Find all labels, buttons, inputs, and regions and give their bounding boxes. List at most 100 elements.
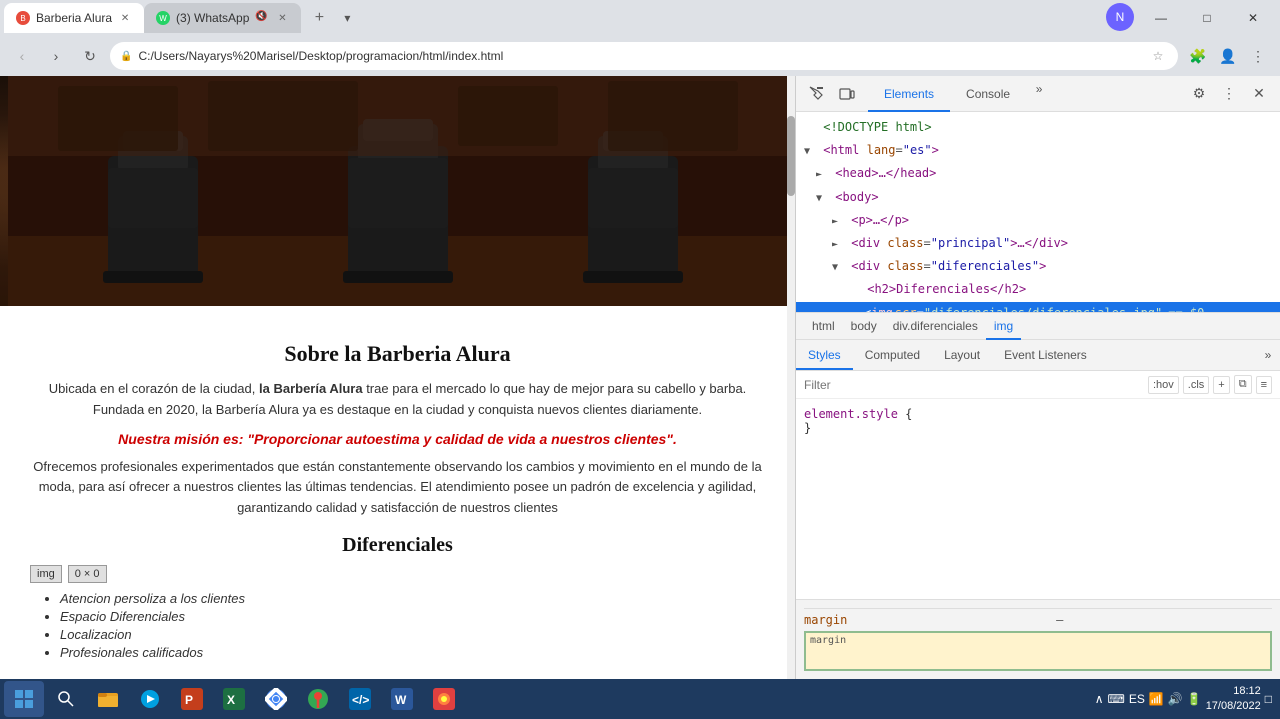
triangle-head[interactable] (816, 167, 828, 183)
margin-box: margin (804, 631, 1272, 671)
intro-paragraph: Ubicada en el corazón de la ciudad, la B… (30, 379, 765, 421)
breadcrumb-body[interactable]: body (843, 312, 885, 340)
taskbar-word[interactable]: W (382, 681, 422, 717)
triangle-html[interactable] (804, 144, 816, 160)
cls-filter-button[interactable]: .cls (1183, 376, 1210, 394)
taskbar-excel[interactable]: X (214, 681, 254, 717)
breadcrumb-html[interactable]: html (804, 312, 843, 340)
breadcrumb-img[interactable]: img (986, 312, 1021, 340)
tab-close-whatsapp[interactable]: ✕ (275, 11, 289, 25)
css-rule-element-style: element.style { } (804, 407, 1272, 435)
styles-tab-event-listeners[interactable]: Event Listeners (992, 340, 1099, 370)
img-badge: img (30, 565, 62, 583)
bullet-list: Atencion persoliza a los clientes Espaci… (60, 591, 765, 660)
taskbar-chrome[interactable] (256, 681, 296, 717)
taskbar-date-display: 17/08/2022 (1206, 699, 1261, 714)
intro-text: Ubicada en el corazón de la ciudad, (49, 381, 259, 396)
tab-mute-whatsapp[interactable]: 🔇 (255, 11, 269, 25)
body-tag: <body> (835, 190, 878, 204)
css-close-brace-line: } (804, 421, 1272, 435)
breadcrumb-div-diferenciales[interactable]: div.diferenciales (885, 312, 986, 340)
class-attr-diferenciales: class (887, 259, 923, 273)
triangle-p[interactable] (832, 214, 844, 230)
device-toolbar-button[interactable] (834, 81, 860, 107)
bookmark-icon[interactable]: ☆ (1148, 46, 1168, 66)
tab-whatsapp[interactable]: W (3) WhatsApp 🔇 ✕ (144, 3, 301, 33)
img-tag-open: < (864, 304, 871, 313)
diferenciales-heading: Diferenciales (30, 534, 765, 557)
svg-text:X: X (227, 693, 235, 707)
add-style-button[interactable]: + (1213, 376, 1229, 394)
devtools-settings-button[interactable]: ⚙ (1186, 81, 1212, 107)
notification-icon[interactable]: □ (1265, 692, 1272, 706)
styles-tab-computed[interactable]: Computed (853, 340, 932, 370)
css-open-brace: { (905, 407, 912, 421)
triangle-div-diferenciales[interactable] (832, 260, 844, 276)
margin-section: margin – margin (796, 599, 1280, 679)
html-line-head: <head>…</head> (796, 162, 1280, 185)
more-options-button[interactable]: ⋮ (1244, 42, 1272, 70)
class-value-principal: "principal" (931, 236, 1010, 250)
styles-tab-styles[interactable]: Styles (796, 340, 853, 370)
css-selector-text: element.style (804, 407, 898, 421)
tab-favicon-barberia: B (16, 11, 30, 25)
start-button[interactable] (4, 681, 44, 717)
styles-panel-tabs: Styles Computed Layout Event Listeners » (796, 340, 1280, 371)
wifi-icon: 📶 (1149, 692, 1164, 706)
tab-barberia[interactable]: B Barberia Alura ✕ (4, 3, 144, 33)
toggle-styles-button[interactable]: ≡ (1256, 376, 1272, 394)
hov-filter-button[interactable]: :hov (1148, 376, 1179, 394)
styles-tab-layout[interactable]: Layout (932, 340, 992, 370)
taskbar-maps[interactable] (298, 681, 338, 717)
battery-icon: 🔋 (1187, 692, 1202, 706)
devtools-close-button[interactable]: ✕ (1246, 81, 1272, 107)
class-value-diferenciales: "diferenciales" (931, 259, 1039, 273)
lock-icon: 🔒 (120, 51, 132, 62)
profile-button[interactable]: N (1106, 3, 1134, 31)
tab-console[interactable]: Console (950, 76, 1026, 112)
taskbar-chevron-icon[interactable]: ∧ (1095, 692, 1104, 706)
tab-close-barberia[interactable]: ✕ (118, 11, 132, 25)
refresh-button[interactable]: ↻ (76, 42, 104, 70)
language-indicator: ES (1129, 692, 1145, 706)
tab-elements[interactable]: Elements (868, 76, 950, 112)
scrollbar-track[interactable] (787, 76, 795, 679)
minimize-button[interactable]: — (1138, 3, 1184, 33)
back-button[interactable]: ‹ (8, 42, 36, 70)
triangle-body[interactable] (816, 191, 828, 207)
close-button[interactable]: ✕ (1230, 3, 1276, 33)
taskbar-powerpoint[interactable]: P (172, 681, 212, 717)
extensions-button[interactable]: 🧩 (1184, 42, 1212, 70)
more-tabs-button[interactable]: » (1026, 76, 1052, 102)
html-line-div-principal: <div class="principal">…</div> (796, 232, 1280, 255)
html-line-div-diferenciales: <div class="diferenciales"> (796, 255, 1280, 278)
margin-dash: – (847, 613, 1272, 627)
taskbar-vscode[interactable]: </> (340, 681, 380, 717)
url-bar[interactable]: 🔒 C:/Users/Nayarys%20Marisel/Desktop/pro… (110, 42, 1178, 70)
triangle-div-principal[interactable] (832, 237, 844, 253)
list-item: Profesionales calificados (60, 645, 765, 660)
taskbar-file-explorer[interactable] (88, 681, 128, 717)
copy-styles-button[interactable]: ⧉ (1234, 375, 1252, 394)
scrollbar-thumb[interactable] (787, 116, 795, 196)
new-tab-button[interactable]: + (305, 4, 333, 32)
taskbar-colorpicker[interactable] (424, 681, 464, 717)
styles-filter-input[interactable] (804, 378, 1144, 392)
taskbar-search-button[interactable] (46, 681, 86, 717)
margin-property-label: margin (804, 613, 847, 627)
mission-text: Nuestra misión es: "Proporcionar autoest… (30, 431, 765, 447)
mission-label: Nuestra misión es: (118, 431, 247, 447)
taskbar-media-player[interactable] (130, 681, 170, 717)
forward-button[interactable]: › (42, 42, 70, 70)
inspect-element-button[interactable] (804, 81, 830, 107)
lang-value: "es" (903, 143, 932, 157)
address-bar: ‹ › ↻ 🔒 C:/Users/Nayarys%20Marisel/Deskt… (0, 36, 1280, 76)
ellipsis-btn[interactable]: … (848, 304, 860, 313)
maximize-button[interactable]: □ (1184, 3, 1230, 33)
styles-tabs-more[interactable]: » (1256, 340, 1280, 370)
list-item: Atencion persoliza a los clientes (60, 591, 765, 606)
tabs-dropdown-button[interactable]: ▾ (333, 4, 361, 32)
devtools-more-options-button[interactable]: ⋮ (1216, 81, 1242, 107)
html-line-img[interactable]: … < img scr="diferenciales/diferenciales… (796, 302, 1280, 313)
profile-icon-button[interactable]: 👤 (1214, 42, 1242, 70)
